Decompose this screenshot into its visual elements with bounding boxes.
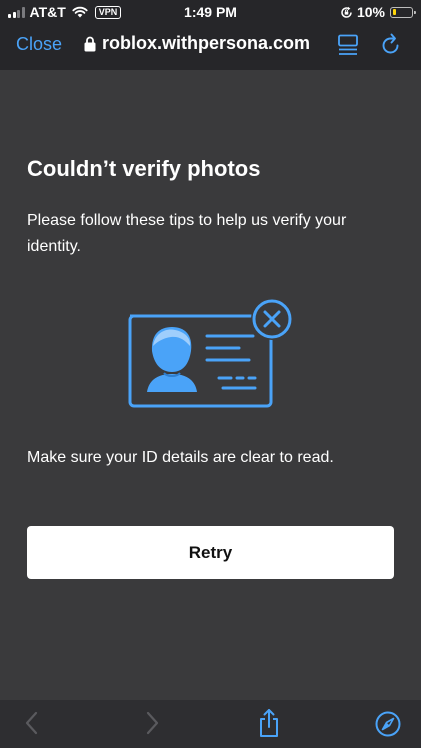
- safari-compass-icon[interactable]: [375, 711, 401, 737]
- bottom-toolbar: [0, 700, 421, 748]
- lock-icon: [84, 36, 96, 51]
- back-icon[interactable]: [24, 710, 40, 736]
- page-subtitle: Please follow these tips to help us veri…: [27, 212, 347, 255]
- battery-percent: 10%: [356, 4, 385, 20]
- close-button[interactable]: Close: [16, 34, 62, 55]
- id-card-error-icon: [128, 298, 293, 408]
- forward-icon[interactable]: [144, 710, 160, 736]
- tip-text: Make sure your ID details are clear to r…: [27, 449, 334, 466]
- share-icon[interactable]: [258, 708, 280, 738]
- orientation-lock-icon: [341, 6, 352, 18]
- screen: AT&T VPN 1:49 PM 10% Close roblox.withpe…: [0, 0, 421, 748]
- retry-button[interactable]: Retry: [27, 526, 394, 579]
- browser-bar: Close roblox.withpersona.com: [0, 24, 421, 70]
- reader-view-icon[interactable]: [338, 34, 358, 56]
- url-text: roblox.withpersona.com: [102, 33, 311, 53]
- status-bar: AT&T VPN 1:49 PM 10%: [0, 0, 421, 24]
- status-right: 10%: [340, 4, 416, 20]
- page-title: Couldn’t verify photos: [27, 156, 261, 181]
- battery-icon: [390, 6, 416, 18]
- reload-icon[interactable]: [381, 33, 401, 57]
- address-bar[interactable]: roblox.withpersona.com: [84, 33, 310, 54]
